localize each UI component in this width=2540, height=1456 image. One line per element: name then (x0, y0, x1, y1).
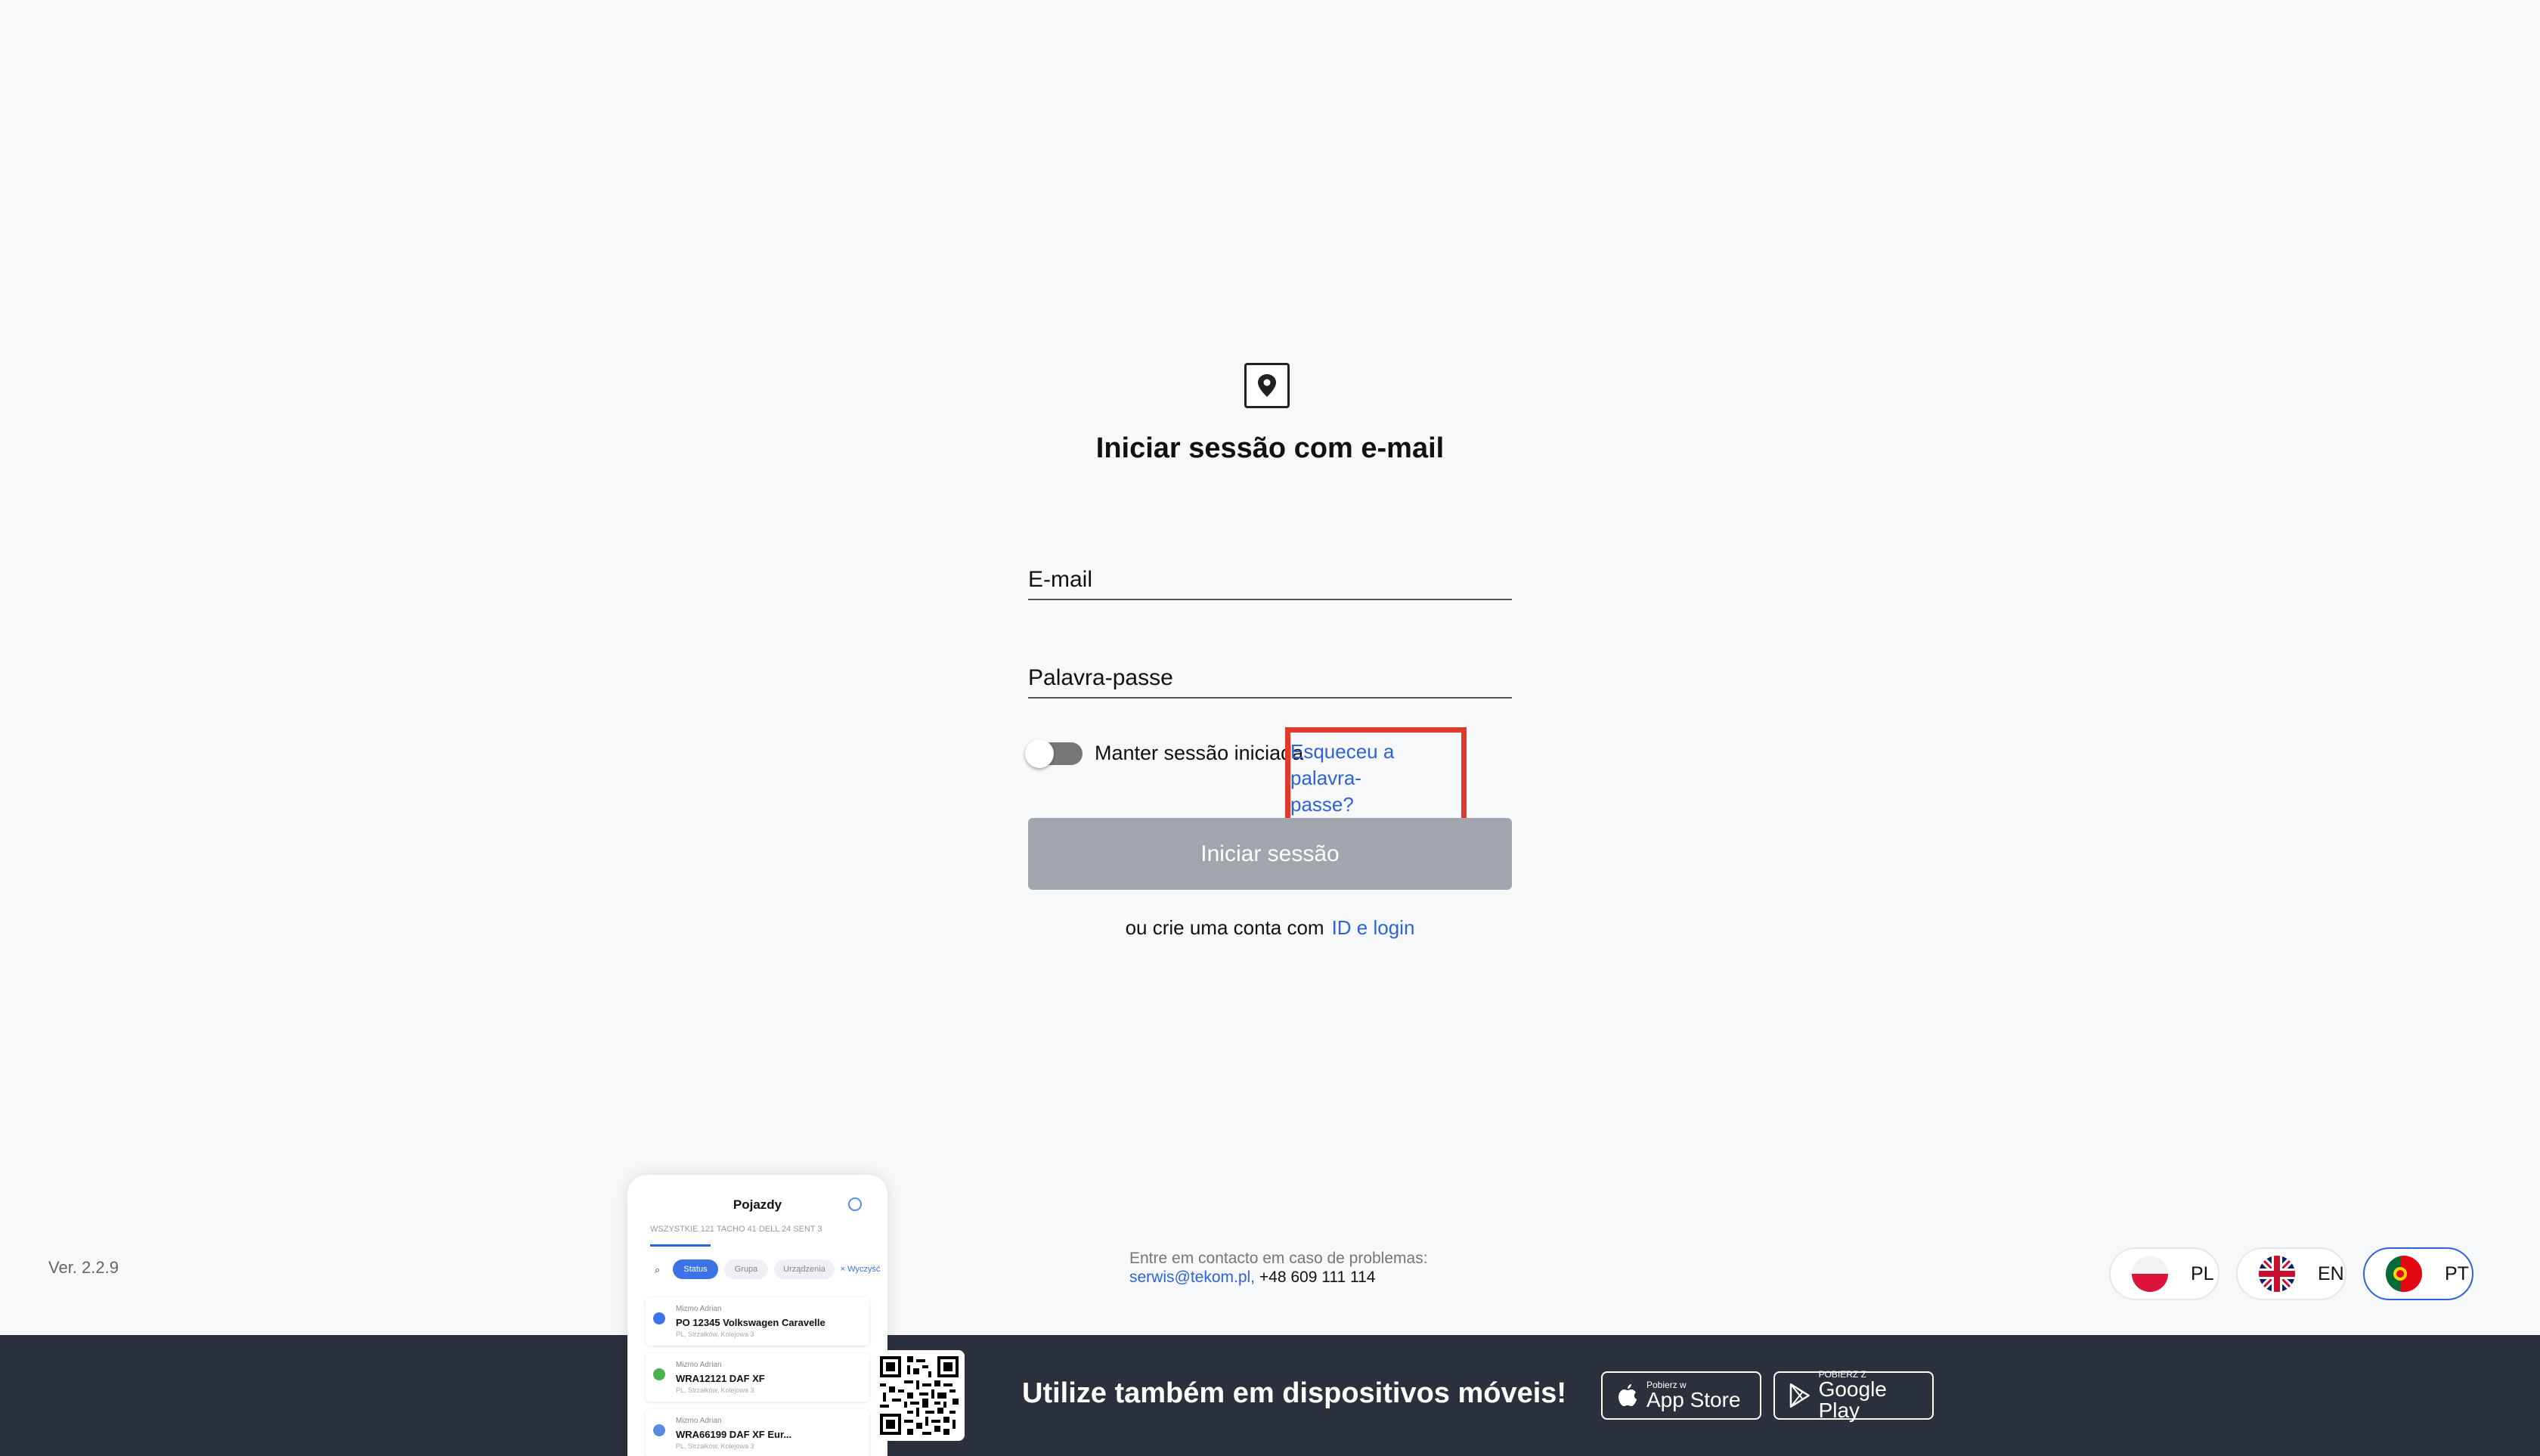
preview-search-icon: ⌕ (655, 1264, 661, 1275)
version-label: Ver. 2.2.9 (48, 1258, 119, 1277)
contact-info: Entre em contacto em caso de problemas: … (1129, 1249, 1428, 1287)
item-name: WRA66199 DAF XF Eur... (676, 1429, 792, 1440)
language-pl-button[interactable]: PL (2109, 1247, 2219, 1300)
forgot-password-line1: Esqueceu a palavra- (1290, 740, 1395, 789)
item-name: WRA12121 DAF XF (676, 1373, 765, 1384)
google-play-button[interactable]: POBIERZ Z Google Play (1773, 1370, 1934, 1422)
login-button[interactable]: Iniciar sessão (1028, 818, 1512, 890)
list-item: Mizmo Adrian WRA66199 DAF XF Eur... PL, … (646, 1409, 869, 1456)
remember-me-toggle[interactable] (1025, 739, 1083, 768)
uk-flag-icon (2259, 1256, 2295, 1292)
qr-code-icon (874, 1350, 965, 1441)
item-name: PO 12345 Volkswagen Caravelle (676, 1317, 826, 1328)
mobile-promo-text: Utilize também em dispositivos móveis! (1022, 1377, 1567, 1409)
password-field-container (1028, 665, 1512, 699)
contact-label: Entre em contacto em caso de problemas: (1129, 1250, 1428, 1267)
list-item: Mizmo Adrian WRA12121 DAF XF PL, Strzałk… (646, 1353, 869, 1402)
forgot-password-line2: passe? (1290, 793, 1354, 816)
item-owner: Mizmo Adrian (676, 1305, 722, 1313)
refresh-icon (848, 1197, 862, 1211)
google-play-icon (1789, 1383, 1810, 1408)
contact-email-link[interactable]: serwis@tekom.pl, (1129, 1269, 1255, 1286)
appstore-big-text: App Store (1646, 1388, 1741, 1411)
forgot-password-link[interactable]: Esqueceu a palavra- passe? (1285, 727, 1467, 831)
create-account-row: ou crie uma conta com ID e login (1028, 916, 1512, 940)
preview-chip: Grupa (724, 1259, 768, 1279)
phone-app-preview: Pojazdy WSZYSTKIE 121 TACHO 41 DELL 24 S… (627, 1175, 887, 1456)
item-address: PL, Strzałków, Kolejowa 3 (676, 1442, 754, 1450)
preview-tabs: WSZYSTKIE 121 TACHO 41 DELL 24 SENT 3 (650, 1225, 822, 1234)
status-dot (653, 1312, 665, 1324)
toggle-knob (1025, 739, 1054, 768)
remember-me-label: Manter sessão iniciada (1095, 742, 1304, 764)
preview-chip: Urządzenia (774, 1259, 835, 1279)
app-store-button[interactable]: Pobierz w App Store (1601, 1371, 1761, 1420)
email-input[interactable] (1028, 567, 1512, 599)
apple-icon (1618, 1384, 1637, 1406)
tab-underline (650, 1244, 711, 1247)
poland-flag-icon (2132, 1256, 2168, 1292)
id-login-link[interactable]: ID e login (1332, 916, 1415, 939)
language-code: EN (2318, 1262, 2344, 1284)
list-item: Mizmo Adrian PO 12345 Volkswagen Caravel… (646, 1297, 869, 1346)
item-owner: Mizmo Adrian (676, 1361, 722, 1369)
language-code: PT (2445, 1262, 2469, 1284)
preview-chip: × Wyczyść (840, 1265, 881, 1274)
language-en-button[interactable]: EN (2236, 1247, 2346, 1300)
create-account-text: ou crie uma conta com (1125, 916, 1324, 939)
googleplay-big-text: Google Play (1818, 1377, 1887, 1422)
page-title: Iniciar sessão com e-mail (1095, 432, 1445, 464)
item-address: PL, Strzałków, Kolejowa 3 (676, 1331, 754, 1338)
status-dot (653, 1368, 665, 1380)
password-input[interactable] (1028, 665, 1512, 697)
language-pt-button[interactable]: PT (2363, 1247, 2473, 1300)
item-owner: Mizmo Adrian (676, 1417, 722, 1425)
contact-phone: +48 609 111 114 (1259, 1269, 1376, 1286)
language-code: PL (2191, 1262, 2214, 1284)
location-pin-logo-icon (1244, 363, 1290, 408)
status-dot (653, 1424, 665, 1436)
portugal-flag-icon (2386, 1256, 2422, 1292)
email-field-container (1028, 567, 1512, 600)
preview-chip: Status (673, 1259, 718, 1279)
item-address: PL, Strzałków, Kolejowa 3 (676, 1386, 754, 1394)
